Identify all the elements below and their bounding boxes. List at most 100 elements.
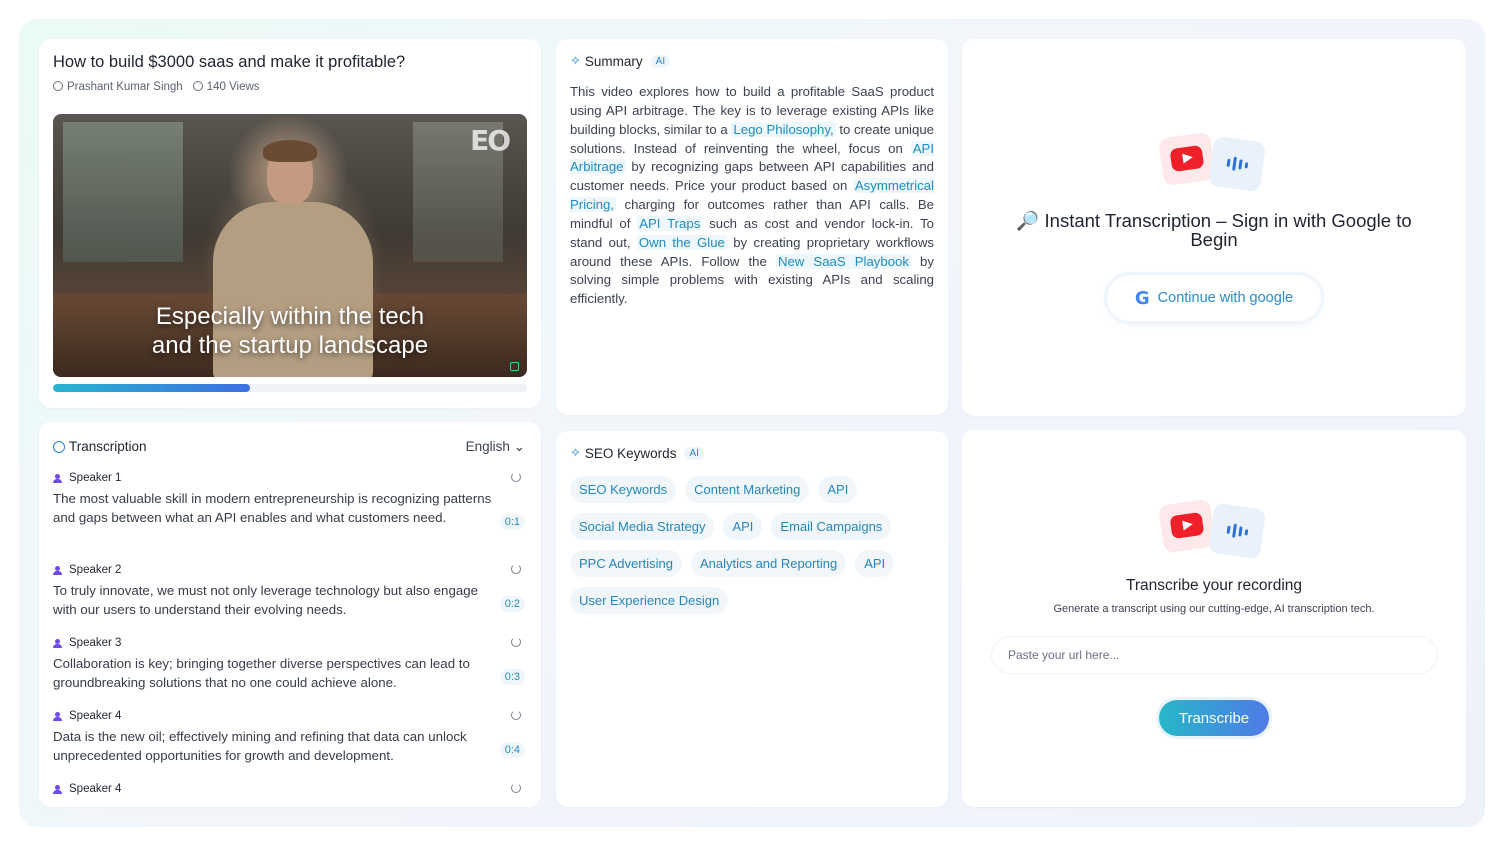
google-icon: G (1134, 287, 1150, 309)
video-title: How to build $3000 saas and make it prof… (53, 53, 406, 71)
timestamp-badge[interactable]: 0:3 (499, 669, 525, 685)
speaker-name: Speaker 4 (69, 710, 122, 722)
summary-text: This video explores how to build a profi… (570, 83, 934, 309)
caption-line-1: Especially within the tech (155, 303, 425, 330)
transcript-segment: Speaker 2 To truly innovate, we must not… (53, 564, 525, 620)
keyword-chips: SEO Keywords Content Marketing API Socia… (570, 476, 940, 614)
transcript-segment: Speaker 4 (53, 783, 525, 795)
keyword-chip[interactable]: Email Campaigns (771, 513, 892, 540)
youtube-icon (1169, 511, 1205, 540)
summary-card: ✧ Summary AI This video explores how to … (556, 39, 948, 415)
transcription-title: Transcription (69, 439, 147, 454)
refresh-icon[interactable] (511, 783, 521, 793)
segment-text: Collaboration is key; bringing together … (53, 656, 470, 690)
video-meta: Prashant Kumar Singh 140 Views (53, 81, 260, 93)
keyword-chip[interactable]: SEO Keywords (570, 476, 677, 503)
ai-badge: AI (684, 446, 704, 460)
speaker-label: Speaker 3 (53, 637, 525, 649)
refresh-icon[interactable] (511, 472, 521, 482)
video-card: How to build $3000 saas and make it prof… (39, 39, 541, 408)
watermark-icon (510, 362, 519, 371)
keyword-chip[interactable]: API (818, 476, 858, 503)
video-player[interactable]: EO Especially within the tech and the st… (53, 114, 527, 377)
timestamp-badge[interactable]: 0:1 (499, 514, 525, 530)
transcript-segment: Speaker 1 The most valuable skill in mod… (53, 472, 525, 530)
seo-keywords-card: ✧ SEO Keywords AI SEO Keywords Content M… (556, 431, 948, 807)
audio-wave-icon (1207, 502, 1267, 560)
transcript-segment: Speaker 4 Data is the new oil; effective… (53, 710, 525, 766)
audio-wave-icon (1207, 135, 1267, 193)
keyword-chip[interactable]: API (723, 513, 763, 540)
refresh-icon[interactable] (511, 710, 521, 720)
keyword-chip[interactable]: API (855, 550, 895, 577)
summary-highlight: Own the Glue (636, 234, 727, 250)
keyword-chip[interactable]: PPC Advertising (570, 550, 682, 577)
app-logos (1157, 498, 1267, 560)
person-icon (53, 473, 62, 483)
timestamp-badge[interactable]: 0:4 (499, 742, 525, 758)
video-caption: Especially within the tech and the start… (53, 302, 527, 360)
video-views: 140 Views (192, 81, 260, 93)
transcribe-title: Transcribe your recording (1125, 577, 1303, 594)
youtube-tile (1157, 498, 1217, 554)
youtube-icon (1169, 144, 1205, 173)
keyword-chip[interactable]: Analytics and Reporting (690, 550, 847, 577)
person-icon (53, 638, 62, 648)
transcribe-subtitle: Generate a transcript using our cutting-… (1053, 603, 1375, 615)
segment-text: Data is the new oil; effectively mining … (53, 729, 467, 763)
sparkle-icon: ✧ (570, 53, 581, 68)
app-logos (1157, 131, 1267, 193)
keyword-chip[interactable]: Social Media Strategy (570, 513, 715, 540)
timestamp-badge[interactable]: 0:2 (499, 596, 525, 612)
keyword-chip[interactable]: User Experience Design (570, 587, 729, 614)
keyword-chip[interactable]: Content Marketing (685, 476, 810, 503)
transcription-icon (53, 440, 65, 453)
language-value: English (465, 439, 510, 454)
url-input[interactable] (991, 636, 1438, 674)
video-progress-bar[interactable] (53, 384, 527, 392)
summary-highlight: API Traps (637, 215, 703, 231)
signin-title: 🔎 Instant Transcription – Sign in with G… (1016, 210, 1412, 250)
person-icon (53, 565, 62, 575)
youtube-tile (1157, 131, 1217, 187)
language-select[interactable]: English ⌄ (466, 439, 525, 455)
author-name: Prashant Kumar Singh (67, 81, 183, 93)
speaker-label: Speaker 2 (53, 564, 525, 576)
speaker-name: Speaker 1 (69, 472, 122, 484)
seo-title: SEO Keywords (584, 445, 677, 461)
speaker-label: Speaker 4 (53, 710, 525, 722)
speaker-name: Speaker 4 (69, 783, 122, 795)
views-count: 140 Views (206, 81, 260, 93)
summary-highlight: Lego Philosophy, (731, 121, 836, 137)
video-frame-window (63, 122, 183, 262)
transcription-card: Transcription English ⌄ Speaker 1 The mo… (39, 422, 541, 807)
google-button-label: Continue with google (1157, 290, 1294, 306)
caption-line-2: and the startup landscape (151, 332, 429, 359)
user-circle-icon (53, 81, 63, 91)
eye-icon (192, 81, 203, 91)
speaker-name: Speaker 3 (69, 637, 122, 649)
transcribe-button[interactable]: Transcribe (1159, 700, 1269, 736)
summary-title: Summary (584, 53, 643, 69)
signin-card: 🔎 Instant Transcription – Sign in with G… (962, 39, 1466, 416)
transcript-segment: Speaker 3 Collaboration is key; bringing… (53, 637, 525, 693)
continue-with-google-button[interactable]: G Continue with google (1107, 275, 1321, 321)
person-icon (53, 784, 62, 794)
summary-highlight: New SaaS Playbook (775, 253, 911, 269)
ai-badge: AI (650, 54, 671, 68)
speaker-name: Speaker 2 (69, 564, 122, 576)
video-author: Prashant Kumar Singh (53, 81, 183, 93)
summary-header: ✧ Summary AI (570, 53, 671, 69)
transcribe-card: Transcribe your recording Generate a tra… (962, 430, 1466, 807)
refresh-icon[interactable] (511, 564, 521, 574)
speaker-label: Speaker 4 (53, 783, 525, 795)
speaker-label: Speaker 1 (53, 472, 525, 484)
video-progress-fill (53, 384, 250, 392)
transcription-header: Transcription (53, 439, 147, 454)
channel-logo: EO (470, 124, 511, 157)
sparkle-icon: ✧ (570, 445, 581, 460)
chevron-down-icon: ⌄ (513, 439, 525, 454)
segment-text: The most valuable skill in modern entrep… (53, 491, 492, 525)
segment-text: To truly innovate, we must not only leve… (53, 583, 479, 617)
refresh-icon[interactable] (511, 637, 521, 647)
